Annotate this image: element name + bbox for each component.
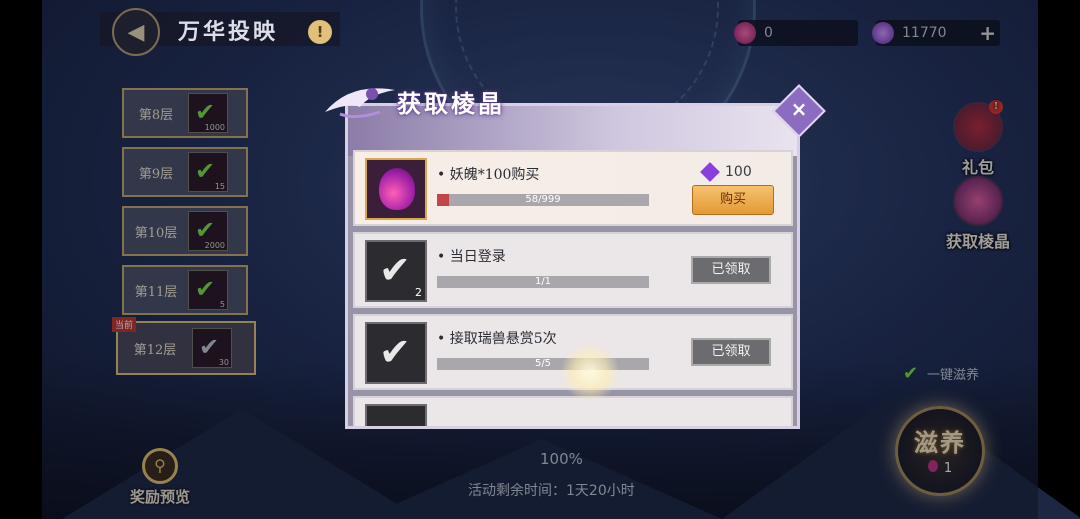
task-progress-bar: 58/999 (437, 194, 649, 206)
page-title: 万华投映 (178, 19, 279, 45)
claimed-button[interactable]: 已领取 (691, 256, 771, 284)
task-reward-icon (365, 404, 427, 426)
reward-count-badge: 2 (415, 286, 422, 299)
tap-glow-effect (560, 342, 620, 402)
task-row-partial (353, 396, 793, 426)
task-progress-bar: 1/1 (437, 276, 649, 288)
check-icon: ✔ (379, 248, 411, 292)
progress-text: 1/1 (534, 276, 552, 287)
progress-text: 58/999 (525, 194, 561, 205)
claimed-button[interactable]: 已领取 (691, 338, 771, 366)
task-row: ✔ 2 • 当日登录 1/1 已领取 (353, 232, 793, 308)
task-name: • 当日登录 (437, 249, 506, 265)
task-reward-icon (365, 158, 427, 220)
demon-soul-gem-icon (379, 168, 415, 210)
task-row: • 妖魄*100购买 58/999 100 购买 (353, 150, 793, 226)
modal-title: 获取棱晶 (397, 89, 505, 118)
buy-button[interactable]: 购买 (692, 185, 774, 215)
task-price: 100 (700, 162, 752, 182)
left-letterbox (0, 0, 42, 519)
task-reward-icon: ✔ 2 (365, 240, 427, 302)
check-icon: ✔ (379, 330, 411, 374)
prism-crystal-icon (700, 162, 720, 182)
task-name: • 妖魄*100购买 (437, 167, 540, 183)
task-reward-icon: ✔ (365, 322, 427, 384)
task-name: • 接取瑞兽悬赏5次 (437, 331, 557, 347)
info-icon[interactable]: ! (308, 20, 332, 44)
price-value: 100 (725, 164, 752, 180)
crane-ornament-icon (325, 88, 395, 119)
close-icon: × (790, 97, 808, 121)
